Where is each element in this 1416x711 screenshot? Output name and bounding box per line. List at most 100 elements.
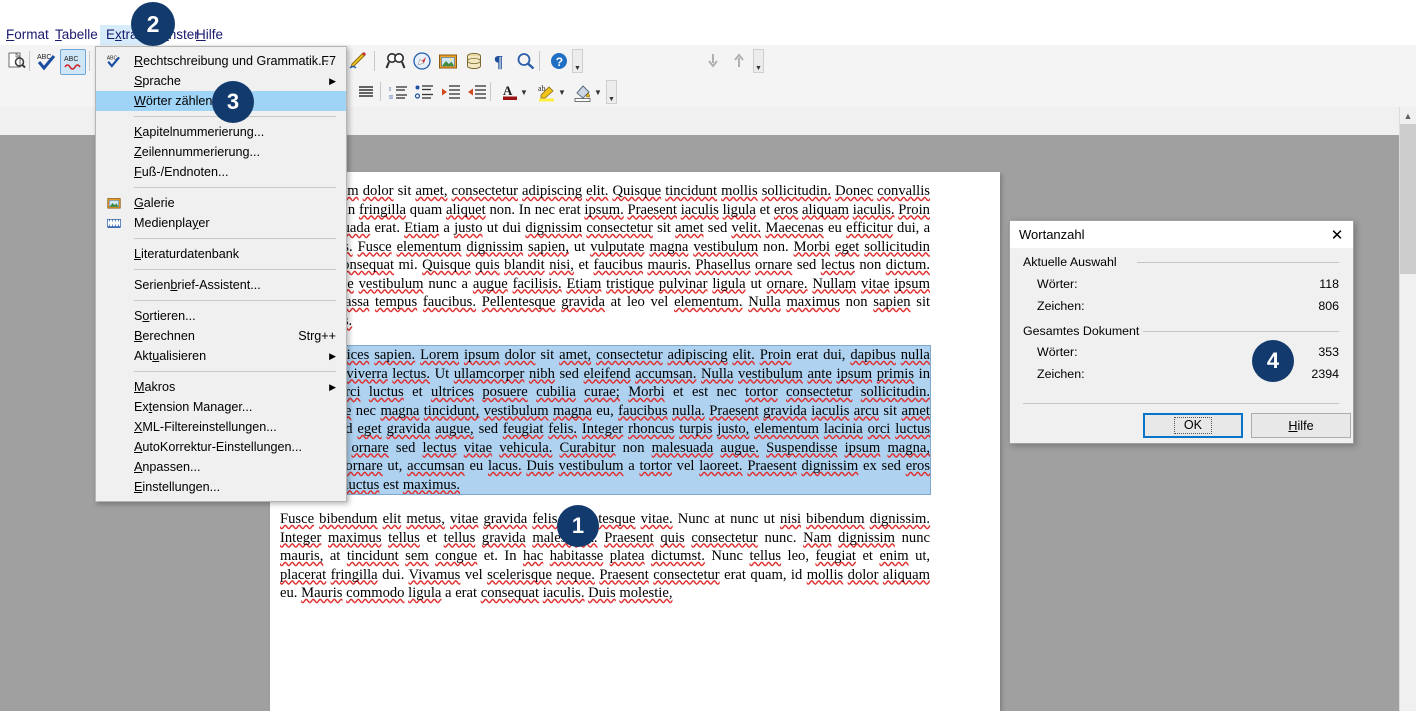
dialog-title: Wortanzahl [1010, 221, 1353, 248]
menu-item-sortieren[interactable]: Sortieren... [96, 306, 346, 326]
print-preview-icon[interactable] [4, 48, 30, 74]
menu-item-fuss-endnoten[interactable]: Fuß-/Endnoten... [96, 162, 346, 182]
dialog-divider [1023, 403, 1339, 404]
menu-item-berechnen[interactable]: Berechnen Strg++ [96, 326, 346, 346]
misspelled-word: eleifend [583, 365, 631, 382]
misspelled-word: magna [552, 402, 592, 419]
find-previous-icon[interactable] [726, 48, 752, 74]
scroll-up-arrow[interactable]: ▲ [1400, 107, 1416, 124]
menubar-item-tabelle[interactable]: Tabelle [49, 25, 104, 45]
font-color-dropdown-icon[interactable]: ▼ [518, 79, 530, 105]
justified-icon[interactable] [353, 79, 379, 105]
document-paragraph[interactable]: Lorem ipsum dolor sit amet, consectetur … [280, 182, 930, 330]
menu-item-aktualisieren[interactable]: Aktualisieren ▶ [96, 346, 346, 366]
misspelled-word: nibh [528, 365, 555, 382]
find-replace-icon[interactable] [383, 48, 409, 74]
menu-item-kapitelnummerierung[interactable]: Kapitelnummerierung... [96, 122, 346, 142]
misspelled-word: faucibus [593, 257, 643, 273]
menu-item-extension-manager[interactable]: Extension Manager... [96, 397, 346, 417]
background-color-dropdown-icon[interactable]: ▼ [592, 79, 604, 105]
group-divider [1137, 262, 1339, 263]
word-count-dialog[interactable]: Wortanzahl ✕ Aktuelle Auswahl Wörter: 11… [1009, 220, 1354, 444]
misspelled-word: ligula [712, 275, 746, 292]
misspelled-word: tincidunt, [423, 402, 480, 419]
menubar-item-hilfe[interactable]: Hilfe [190, 25, 229, 45]
document-text[interactable]: Lorem ipsum dolor sit amet, consectetur … [279, 182, 931, 619]
misspelled-word: gravida [481, 529, 526, 546]
menu-item-xml-filtereinstellungen[interactable]: XML-Filtereinstellungen... [96, 417, 346, 437]
document-page[interactable]: Lorem ipsum dolor sit amet, consectetur … [270, 172, 1000, 711]
find-toolbar-overflow-button[interactable]: ▼ [753, 49, 764, 73]
misspelled-word: ipsum [844, 439, 881, 456]
menu-item-galerie[interactable]: Galerie [96, 193, 346, 213]
menu-item-literaturdatenbank[interactable]: Literaturdatenbank [96, 244, 346, 264]
submenu-arrow-icon: ▶ [329, 76, 336, 86]
menu-item-anpassen[interactable]: Anpassen... [96, 457, 346, 477]
misspelled-word: Pellentesque [481, 294, 556, 310]
menu-item-serienbrief-assistent[interactable]: Serienbrief-Assistent... [96, 275, 346, 295]
misspelled-word: placerat [280, 566, 327, 583]
misspelled-word: maximus [786, 294, 840, 310]
misspelled-word: quis [475, 257, 500, 273]
misspelled-word: elementum [396, 238, 462, 255]
menu-item-zeilennummerierung[interactable]: Zeilennummerierung... [96, 142, 346, 162]
misspelled-word: luctus [344, 476, 380, 493]
document-paragraph[interactable]: Fusce bibendum elit metus, vitae gravida… [280, 510, 930, 603]
track-changes-icon[interactable] [346, 48, 372, 74]
group-divider [1143, 331, 1339, 332]
misspelled-word: feugiat [502, 421, 544, 437]
menu-item-label: Zeilennummerierung... [134, 145, 261, 159]
menu-item-label: Sortieren... [134, 309, 196, 323]
unordered-list-icon[interactable] [412, 79, 438, 105]
zoom-icon[interactable] [513, 48, 539, 74]
scrollbar-thumb[interactable] [1400, 124, 1416, 274]
menu-separator [134, 187, 336, 188]
spellcheck-icon[interactable]: ABC [34, 48, 60, 74]
menu-item-einstellungen[interactable]: Einstellungen... [96, 477, 346, 497]
misspelled-word: elementum. [674, 294, 743, 310]
menu-item-rechtschreibung-und-grammatik[interactable]: ABC Rechtschreibung und Grammatik... F7 [96, 51, 346, 71]
find-next-icon[interactable] [700, 48, 726, 74]
decrease-indent-icon[interactable] [438, 79, 464, 105]
help-button[interactable]: Hilfe [1251, 413, 1351, 438]
document-paragraph-selected[interactable]: Mauris ultrices sapien. Lorem ipsum dolo… [279, 345, 931, 495]
ordered-list-icon[interactable]: I II [386, 79, 412, 105]
misspelled-word: accumsan. [635, 365, 697, 382]
group-label-whole-document: Gesamtes Dokument [1023, 324, 1145, 338]
autospellcheck-icon[interactable]: ABC [60, 49, 86, 75]
vertical-scrollbar[interactable]: ▲ [1399, 107, 1416, 711]
formatting-toolbar-overflow-button[interactable]: ▼ [606, 80, 617, 104]
misspelled-word: Nulla [700, 365, 734, 382]
label-document-characters: Zeichen: [1037, 367, 1085, 381]
menu-item-label: Galerie [134, 196, 175, 210]
close-icon[interactable]: ✕ [1325, 224, 1349, 245]
help-icon[interactable]: ? [546, 48, 572, 74]
label-selection-words: Wörter: [1037, 277, 1078, 291]
menu-item-medienplayer[interactable]: Medienplayer [96, 213, 346, 233]
formatting-marks-icon[interactable]: ¶ [487, 48, 513, 74]
increase-indent-icon[interactable] [464, 79, 490, 105]
data-sources-icon[interactable] [461, 48, 487, 74]
ok-button[interactable]: OK [1143, 413, 1243, 438]
navigator-icon[interactable] [409, 48, 435, 74]
misspelled-word: vestibulum [693, 238, 759, 255]
menu-item-label: Kapitelnummerierung... [134, 125, 265, 139]
toolbar-separator [380, 82, 381, 101]
misspelled-word: sapien [873, 294, 911, 310]
toolbar-overflow-button[interactable]: ▼ [572, 49, 583, 73]
misspelled-word: cubilia [536, 384, 576, 400]
misspelled-word: Fusce [280, 511, 315, 527]
highlight-dropdown-icon[interactable]: ▼ [556, 79, 568, 105]
insert-image-icon[interactable] [435, 48, 461, 74]
misspelled-word: Praesent [709, 402, 759, 419]
toolbar-separator [29, 51, 30, 71]
misspelled-word: Integer [581, 421, 624, 437]
menubar-item-format[interactable]: Format [0, 25, 55, 45]
menu-item-autokorrektur-einstellungen[interactable]: AutoKorrektur-Einstellungen... [96, 437, 346, 457]
misspelled-word: Lorem [420, 347, 460, 363]
misspelled-word: Quisque [422, 257, 471, 273]
menu-item-makros[interactable]: Makros ▶ [96, 377, 346, 397]
misspelled-word: vitae [861, 275, 890, 292]
value-selection-words: 118 [1319, 277, 1339, 291]
menu-item-label: Aktualisieren [134, 349, 207, 363]
